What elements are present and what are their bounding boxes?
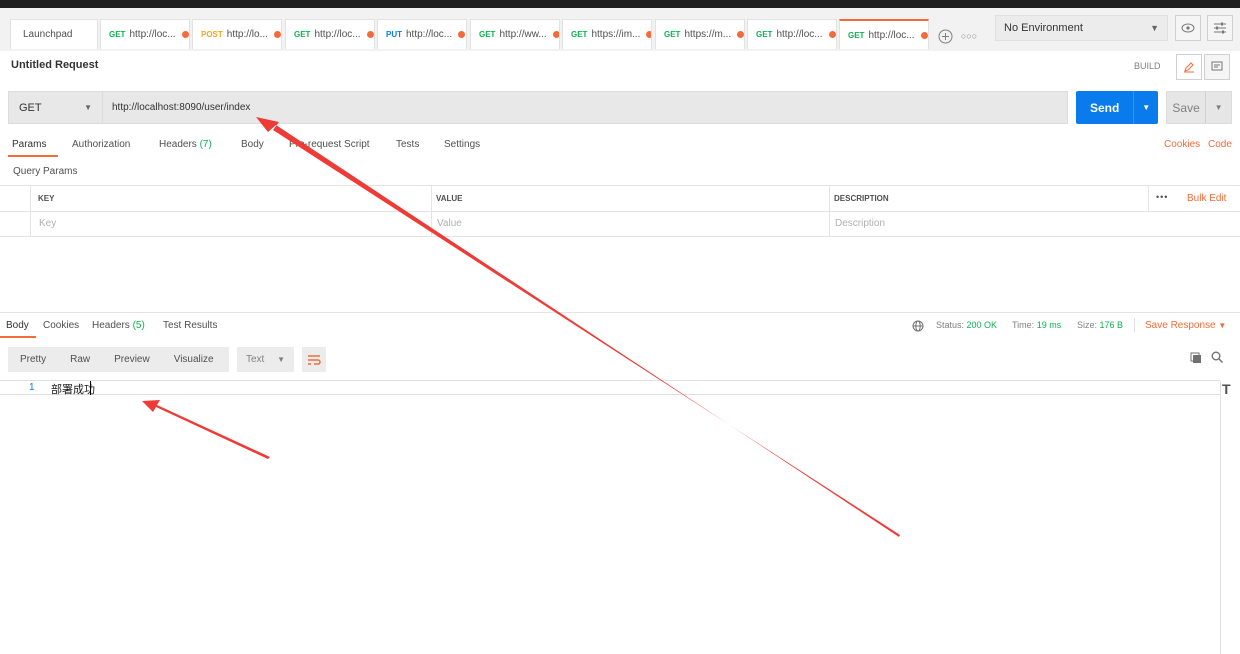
annotation-arrow-to-body — [142, 400, 270, 459]
annotation-arrows — [142, 117, 900, 537]
annotation-arrow-to-url — [256, 117, 900, 537]
